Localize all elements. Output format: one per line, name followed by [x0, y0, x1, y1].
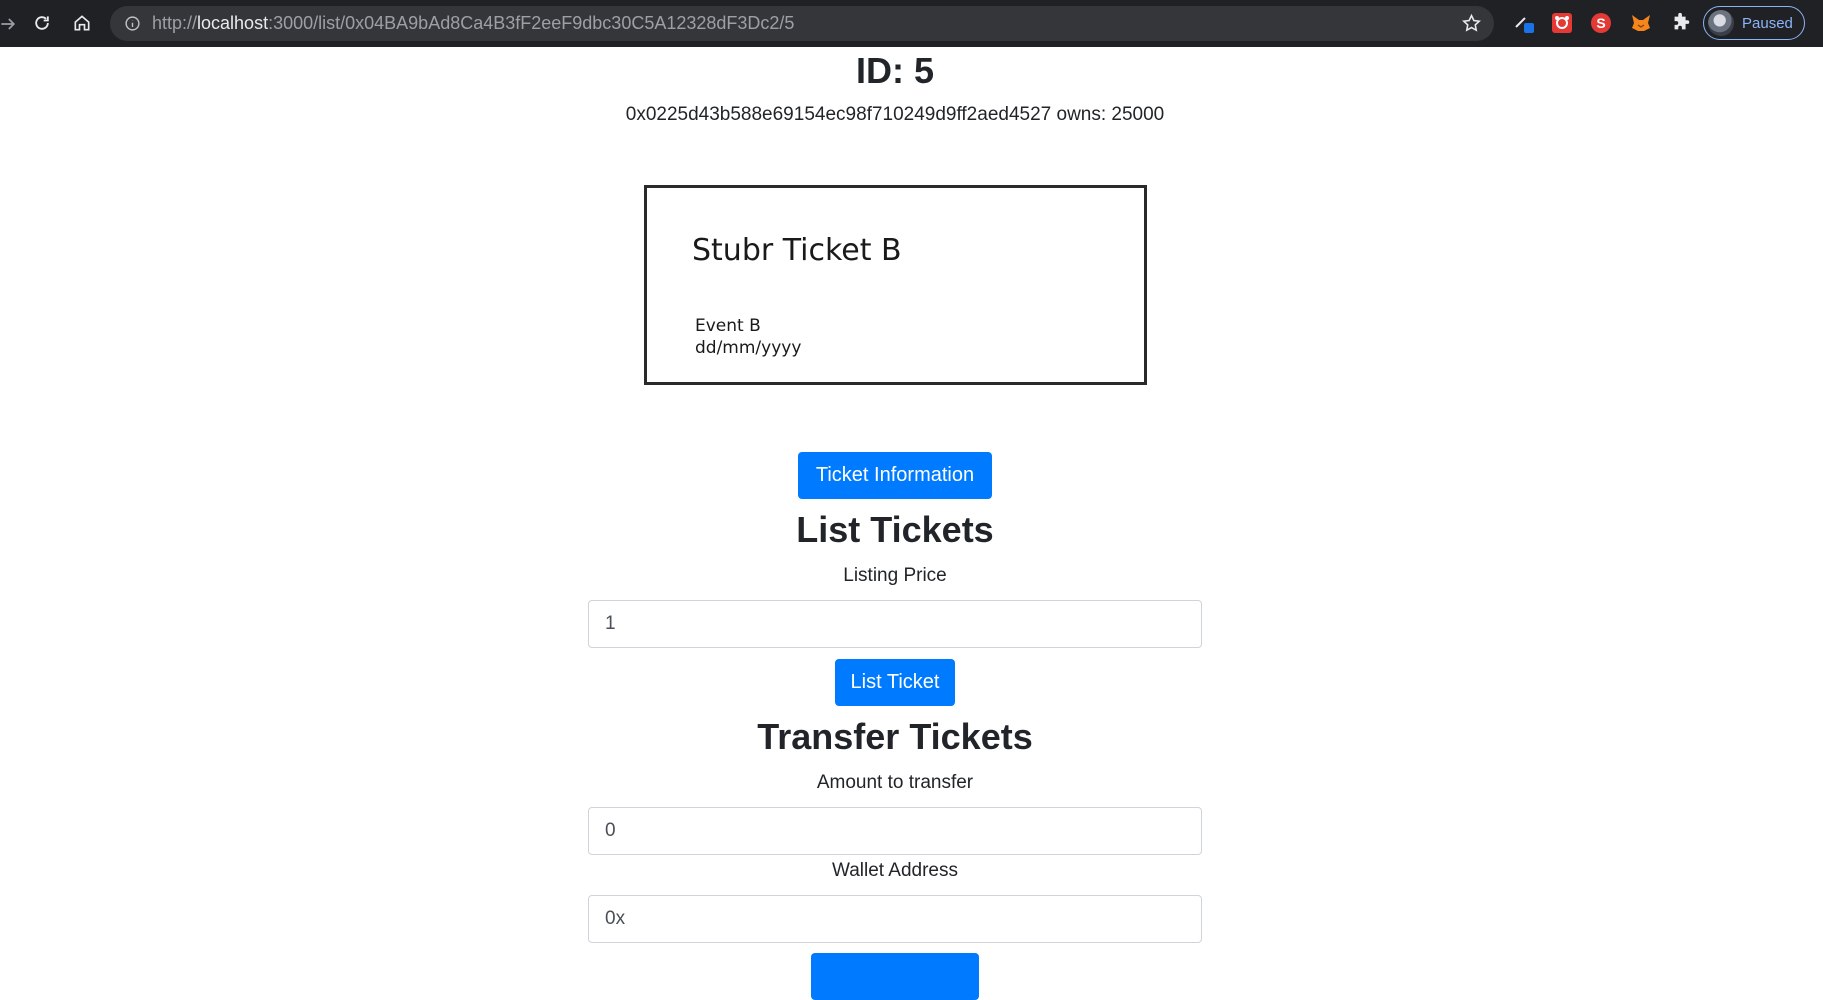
- ticket-event: Event B: [695, 316, 761, 336]
- list-ticket-button[interactable]: List Ticket: [835, 659, 955, 706]
- owner-balance-text: 0x0225d43b588e69154ec98f710249d9ff2aed45…: [625, 104, 1165, 125]
- avatar: [1708, 10, 1734, 36]
- profile-status-label: Paused: [1742, 14, 1793, 32]
- extension-pen-icon[interactable]: [1513, 12, 1535, 34]
- wallet-address-input[interactable]: [588, 895, 1202, 943]
- amount-to-transfer-label: Amount to transfer: [816, 772, 974, 793]
- reload-button[interactable]: [28, 9, 56, 37]
- listing-price-input[interactable]: [588, 600, 1202, 648]
- transfer-tickets-title: Transfer Tickets: [757, 716, 1033, 757]
- ticket-id-title: ID: 5: [855, 50, 934, 91]
- amount-to-transfer-input[interactable]: [588, 807, 1202, 855]
- address-bar[interactable]: http://localhost:3000/list/0x04BA9bAd8Ca…: [110, 6, 1494, 41]
- arrow-right-icon: [1, 18, 16, 30]
- ticket-card: Stubr Ticket B Event B dd/mm/yyyy: [644, 185, 1147, 385]
- ticket-information-button[interactable]: Ticket Information: [798, 452, 992, 499]
- url-host: localhost: [197, 13, 269, 33]
- extension-s-icon[interactable]: S: [1590, 12, 1612, 34]
- ticket-name: Stubr Ticket B: [692, 233, 902, 268]
- home-icon: [74, 15, 90, 31]
- extension-red-icon[interactable]: [1551, 12, 1573, 34]
- wallet-address-label: Wallet Address: [831, 860, 958, 881]
- bookmark-star-icon[interactable]: [1461, 13, 1482, 34]
- reload-icon: [35, 16, 49, 30]
- extensions-puzzle-icon[interactable]: [1670, 12, 1692, 34]
- forward-button[interactable]: [0, 10, 22, 38]
- ticket-date: dd/mm/yyyy: [695, 338, 802, 358]
- profile-button[interactable]: Paused: [1703, 6, 1805, 40]
- info-icon[interactable]: [124, 15, 141, 32]
- list-tickets-title: List Tickets: [796, 509, 994, 550]
- url-prefix: http://: [152, 13, 198, 33]
- listing-price-label: Listing Price: [843, 565, 947, 586]
- metamask-fox-icon[interactable]: [1630, 12, 1652, 34]
- page-content: ID: 5 0x0225d43b588e69154ec98f710249d9ff…: [0, 47, 1823, 1000]
- home-button[interactable]: [68, 9, 96, 37]
- extension-s-letter: S: [1596, 15, 1605, 31]
- browser-toolbar: http://localhost:3000/list/0x04BA9bAd8Ca…: [0, 0, 1823, 47]
- url-path: :3000/list/0x04BA9bAd8Ca4B3fF2eeF9dbc30C…: [268, 13, 795, 33]
- url-text[interactable]: http://localhost:3000/list/0x04BA9bAd8Ca…: [152, 6, 794, 41]
- transfer-button[interactable]: [811, 953, 979, 1000]
